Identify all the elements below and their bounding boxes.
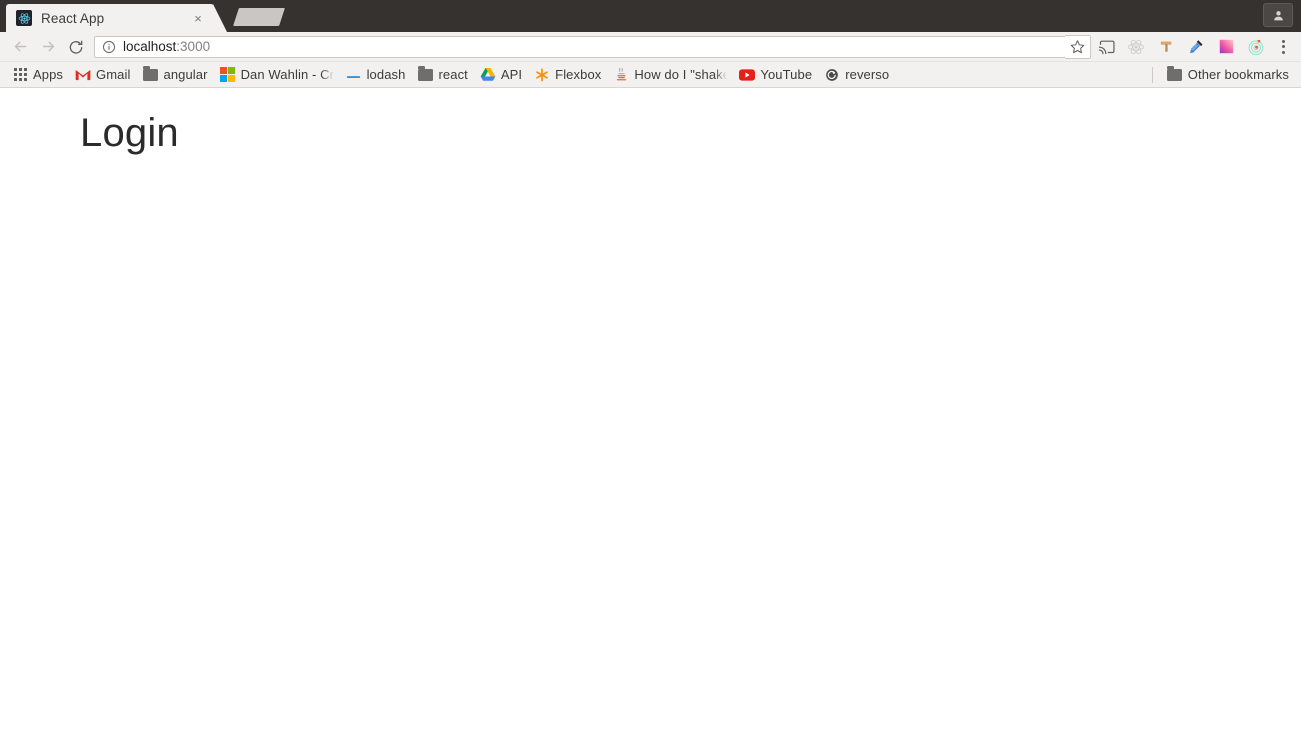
bookmark-label: lodash — [366, 67, 406, 82]
divider — [1151, 66, 1153, 83]
bookmark-lodash[interactable]: lodash — [340, 64, 412, 86]
java-cup-icon — [613, 67, 629, 83]
folder-icon — [142, 65, 158, 83]
bookmark-label: react — [438, 67, 468, 82]
bookmark-label: Apps — [33, 67, 64, 82]
bookmark-label: Dan Wahlin - Crea — [240, 67, 334, 82]
browser-title-bar: React App × — [0, 0, 1301, 32]
folder-icon — [417, 65, 433, 83]
page-content: Login — [0, 88, 1301, 742]
bookmark-angular[interactable]: angular — [136, 64, 213, 86]
asterisk-icon — [534, 67, 550, 83]
bookmark-reverso[interactable]: reverso — [818, 64, 895, 86]
bookmark-label: How do I "shake" — [634, 67, 728, 82]
color-gradient-icon[interactable] — [1211, 34, 1241, 60]
google-drive-icon — [480, 67, 496, 83]
hammer-tool-icon[interactable] — [1151, 34, 1181, 60]
apps-grid-icon — [12, 67, 28, 83]
browser-tab-react-app[interactable]: React App × — [6, 4, 227, 32]
target-circles-icon[interactable] — [1241, 34, 1271, 60]
bookmark-label: YouTube — [760, 67, 813, 82]
url-port: :3000 — [176, 39, 211, 54]
bookmark-other-bookmarks[interactable]: Other bookmarks — [1161, 64, 1295, 86]
bookmark-gmail[interactable]: Gmail — [69, 64, 136, 86]
bookmark-dan-wahlin[interactable]: Dan Wahlin - Crea — [214, 64, 340, 86]
bookmarks-bar: Apps Gmail angular Dan Wahlin - Crea lod… — [0, 62, 1301, 88]
microsoft-icon — [219, 66, 236, 83]
youtube-icon — [739, 67, 756, 83]
gmail-icon — [75, 67, 91, 83]
bookmark-label: Gmail — [96, 67, 131, 82]
profile-avatar[interactable] — [1263, 3, 1293, 27]
info-circle-icon[interactable] — [101, 39, 117, 55]
star-icon[interactable] — [1065, 34, 1091, 59]
eyedropper-icon[interactable] — [1181, 34, 1211, 60]
url-text: localhost:3000 — [123, 39, 1061, 54]
bookmark-label: Other bookmarks — [1187, 67, 1289, 82]
bookmark-label: Flexbox — [555, 67, 602, 82]
folder-icon — [1167, 65, 1183, 83]
bookmark-label: API — [500, 67, 523, 82]
bookmark-react[interactable]: react — [411, 64, 473, 86]
bookmark-how-do-i-shake[interactable]: How do I "shake" — [607, 64, 733, 86]
new-tab-button[interactable] — [233, 8, 285, 26]
react-logo-icon — [16, 10, 32, 26]
bookmark-label: reverso — [845, 67, 890, 82]
cast-icon[interactable] — [1091, 34, 1121, 60]
bookmark-label: angular — [163, 67, 208, 82]
forward-arrow-icon[interactable] — [34, 34, 62, 60]
browser-toolbar: localhost:3000 — [0, 32, 1301, 62]
reverso-icon — [824, 67, 840, 83]
tab-title: React App — [41, 10, 105, 26]
back-arrow-icon[interactable] — [6, 34, 34, 60]
other-bookmarks-group: Other bookmarks — [1151, 64, 1295, 86]
react-devtools-icon[interactable] — [1121, 34, 1151, 60]
url-host: localhost — [123, 39, 177, 54]
bookmark-apps[interactable]: Apps — [6, 64, 69, 86]
bookmark-api[interactable]: API — [474, 64, 528, 86]
address-bar[interactable]: localhost:3000 — [94, 35, 1066, 58]
reload-icon[interactable] — [62, 34, 90, 60]
close-icon[interactable]: × — [190, 10, 206, 26]
lodash-icon — [346, 67, 362, 83]
page-title: Login — [80, 111, 179, 155]
bookmark-youtube[interactable]: YouTube — [733, 64, 818, 86]
bookmark-flexbox[interactable]: Flexbox — [528, 64, 607, 86]
three-dot-menu-icon[interactable] — [1271, 34, 1295, 60]
